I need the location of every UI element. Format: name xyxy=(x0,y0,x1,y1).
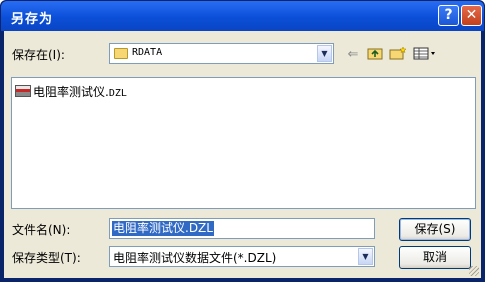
chevron-down-icon[interactable]: ▼ xyxy=(358,248,373,265)
folder-icon xyxy=(114,48,128,59)
chevron-down-icon[interactable]: ▼ xyxy=(317,45,332,62)
view-menu-icon[interactable] xyxy=(412,46,438,64)
back-arrow-icon[interactable]: ⇐ xyxy=(343,46,363,64)
save-in-label: 保存在(I): xyxy=(12,48,65,62)
dzl-file-icon xyxy=(15,85,31,97)
cancel-button[interactable]: 取消 xyxy=(399,246,471,269)
resize-grip[interactable] xyxy=(469,266,479,276)
save-button[interactable]: 保存(S) xyxy=(399,218,471,241)
file-name: 电阻率测试仪.DZL xyxy=(33,85,127,99)
help-button[interactable]: ? xyxy=(438,5,459,26)
filename-value: 电阻率测试仪.DZL xyxy=(112,221,214,236)
filetype-combo[interactable]: 电阻率测试仪数据文件(*.DZL) ▼ xyxy=(109,246,375,267)
up-folder-icon[interactable] xyxy=(365,46,385,64)
save-as-dialog: 另存为 ? ✕ 保存在(I): RDATA ▼ ⇐ 电阻率测试仪.DZL 文件名… xyxy=(0,0,485,282)
filename-label: 文件名(N): xyxy=(12,223,71,237)
dialog-title: 另存为 xyxy=(11,12,54,27)
title-bar[interactable]: 另存为 ? ✕ xyxy=(1,1,484,31)
filename-input[interactable]: 电阻率测试仪.DZL xyxy=(109,218,375,239)
save-in-combo[interactable]: RDATA ▼ xyxy=(109,43,334,64)
close-button[interactable]: ✕ xyxy=(461,5,482,26)
save-in-folder: RDATA xyxy=(132,47,163,58)
dialog-body: 保存在(I): RDATA ▼ ⇐ 电阻率测试仪.DZL 文件名(N): 电阻率… xyxy=(4,31,481,278)
new-folder-icon[interactable] xyxy=(388,46,408,64)
filetype-label: 保存类型(T): xyxy=(12,251,81,265)
file-list[interactable]: 电阻率测试仪.DZL xyxy=(11,77,476,209)
filetype-value: 电阻率测试仪数据文件(*.DZL) xyxy=(113,251,277,265)
